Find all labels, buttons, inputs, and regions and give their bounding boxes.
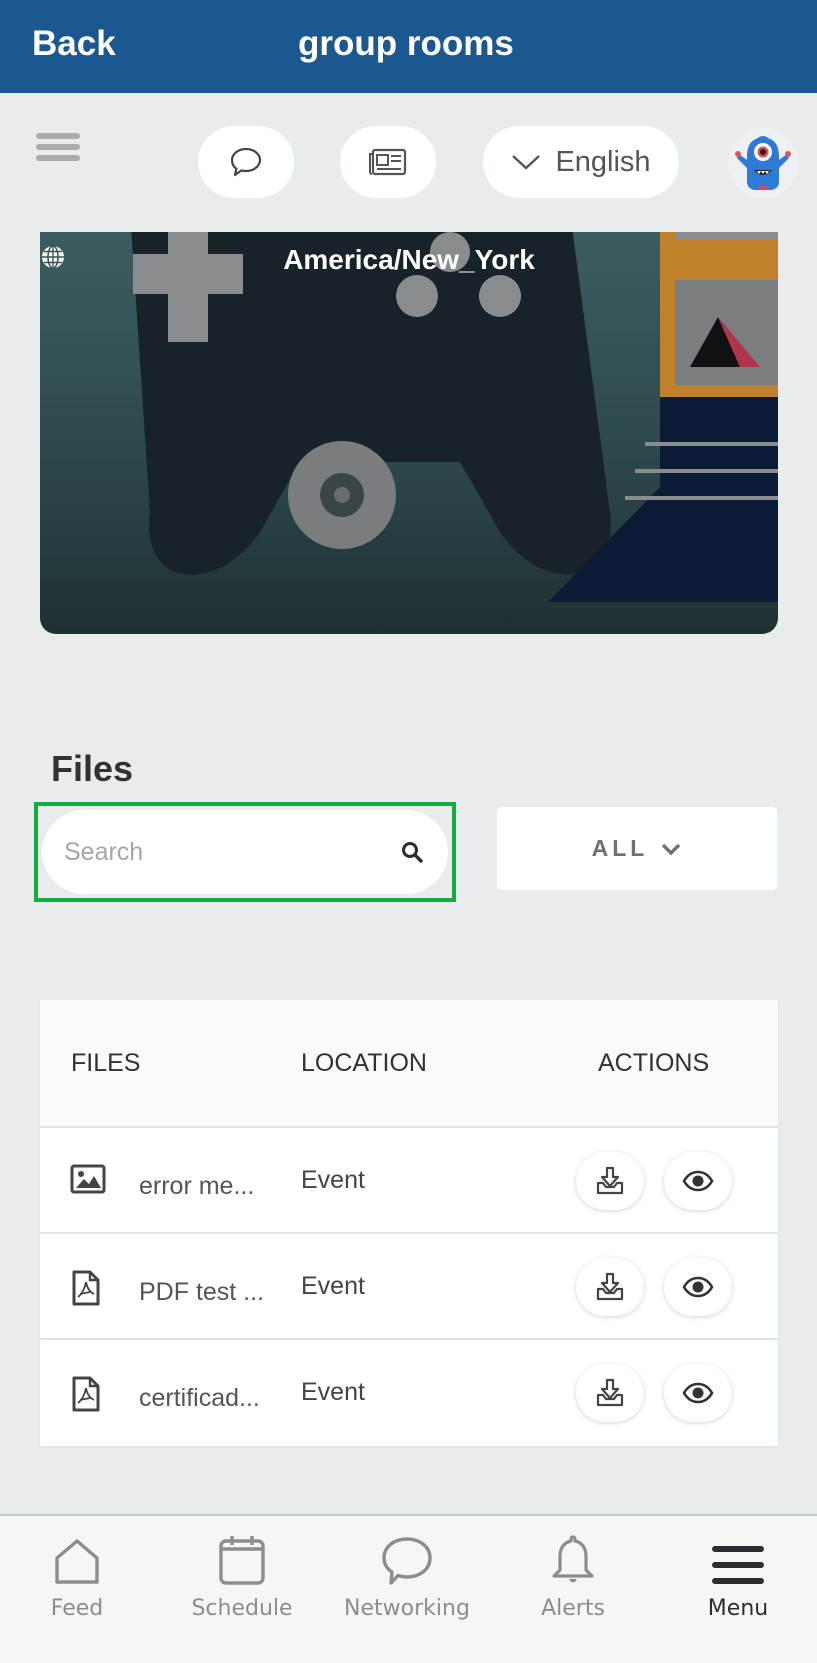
download-button[interactable] <box>576 1364 644 1422</box>
download-icon <box>596 1378 624 1407</box>
timezone-label: America/New_York <box>40 244 778 276</box>
tab-label: Schedule <box>191 1596 293 1621</box>
tab-networking[interactable]: Networking <box>337 1516 477 1626</box>
file-location: Event <box>301 1166 365 1194</box>
home-icon <box>55 1539 99 1584</box>
column-header-files: FILES <box>71 1049 141 1077</box>
file-name[interactable]: certificad... <box>139 1384 260 1413</box>
search-box[interactable] <box>42 810 448 894</box>
user-avatar[interactable] <box>728 128 798 198</box>
newspaper-icon <box>369 148 407 176</box>
file-location: Event <box>301 1272 365 1300</box>
event-banner: America/New_York <box>40 232 778 634</box>
column-header-actions: ACTIONS <box>598 1049 710 1077</box>
language-selector[interactable]: English <box>483 126 679 198</box>
view-button[interactable] <box>664 1258 732 1316</box>
top-app-bar: Back group rooms <box>0 0 817 93</box>
chevron-down-icon <box>512 155 541 170</box>
menu-icon <box>712 1546 764 1584</box>
download-icon <box>596 1166 624 1195</box>
tab-schedule[interactable]: Schedule <box>172 1516 312 1626</box>
tab-feed[interactable]: Feed <box>7 1516 147 1626</box>
bell-icon <box>552 1535 594 1583</box>
page-title: group rooms <box>298 24 514 63</box>
hamburger-line <box>36 144 80 150</box>
files-heading: Files <box>51 748 134 789</box>
download-icon <box>596 1272 624 1301</box>
chat-button[interactable] <box>198 126 294 198</box>
language-label: English <box>555 145 651 178</box>
eye-icon <box>682 1170 714 1192</box>
files-table: FILES LOCATION ACTIONS error me... Event… <box>40 1000 778 1446</box>
download-button[interactable] <box>576 1152 644 1210</box>
table-row: certificad... Event <box>40 1340 778 1446</box>
view-button[interactable] <box>664 1364 732 1422</box>
image-file-icon <box>70 1164 106 1199</box>
bottom-tab-bar: Feed Schedule Networking Alerts Menu <box>0 1514 817 1663</box>
view-button[interactable] <box>664 1152 732 1210</box>
table-row: error me... Event <box>40 1128 778 1234</box>
table-row: PDF test ... Event <box>40 1234 778 1340</box>
file-location: Event <box>301 1378 365 1406</box>
table-header: FILES LOCATION ACTIONS <box>40 1000 778 1128</box>
file-name[interactable]: error me... <box>139 1172 254 1201</box>
search-input[interactable] <box>64 837 400 867</box>
pdf-file-icon <box>70 1376 102 1417</box>
tab-alerts[interactable]: Alerts <box>503 1516 643 1626</box>
tab-label: Alerts <box>541 1596 605 1621</box>
hamburger-line <box>36 155 80 161</box>
calendar-icon <box>219 1536 265 1585</box>
tab-label: Menu <box>707 1596 769 1621</box>
hamburger-menu-button[interactable] <box>36 133 80 165</box>
chat-bubble-icon <box>230 147 262 177</box>
tab-label: Feed <box>50 1596 104 1621</box>
chat-bubble-icon <box>382 1537 432 1585</box>
timezone-text: America/New_York <box>283 244 535 275</box>
tab-label: Networking <box>344 1596 470 1621</box>
filter-label: ALL <box>591 835 649 861</box>
eye-icon <box>682 1276 714 1298</box>
pdf-file-icon <box>70 1270 102 1311</box>
search-focus-outline <box>34 802 456 902</box>
tab-menu[interactable]: Menu <box>668 1516 808 1626</box>
monster-avatar-icon <box>735 136 791 190</box>
news-button[interactable] <box>340 126 436 198</box>
game-controller-illustration <box>131 232 778 602</box>
file-name[interactable]: PDF test ... <box>139 1278 264 1307</box>
back-button[interactable]: Back <box>32 24 116 64</box>
eye-icon <box>682 1382 714 1404</box>
file-type-filter[interactable]: ALL <box>497 807 777 890</box>
download-button[interactable] <box>576 1258 644 1316</box>
globe-icon <box>42 245 64 269</box>
column-header-location: LOCATION <box>301 1049 427 1077</box>
chevron-down-icon <box>662 843 681 855</box>
hamburger-line <box>36 133 80 139</box>
search-icon[interactable] <box>400 840 424 864</box>
